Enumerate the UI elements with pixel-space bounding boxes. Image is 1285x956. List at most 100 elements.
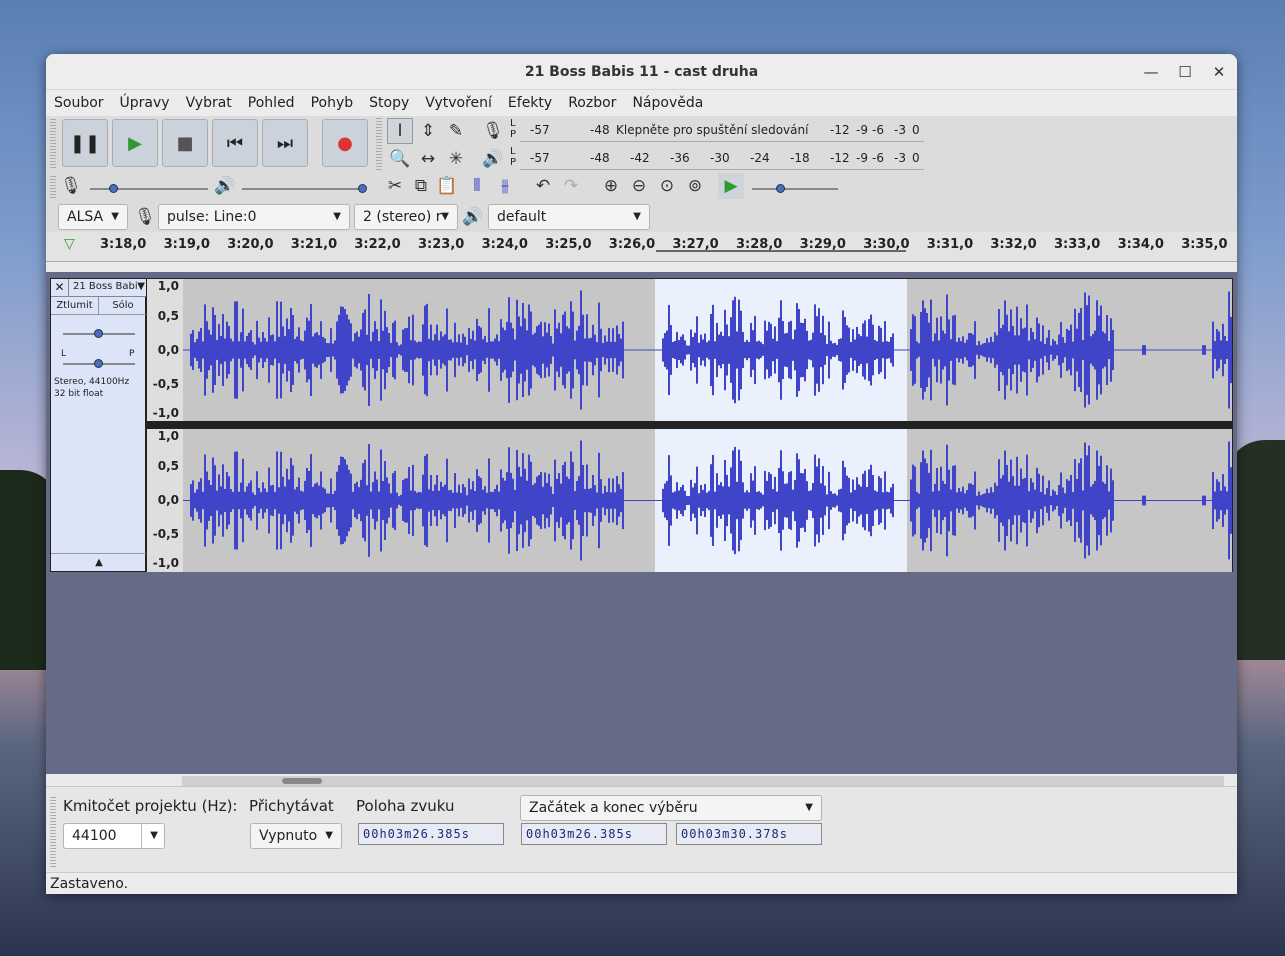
- solo-button[interactable]: Sólo: [99, 297, 147, 315]
- snap-label: Přichytávat: [249, 797, 334, 815]
- track-menu-chevron-icon[interactable]: ▼: [137, 281, 145, 292]
- chevron-down-icon: ▼: [325, 830, 333, 841]
- track-close-icon[interactable]: ✕: [51, 279, 69, 297]
- ruler-tick: 3:26,0: [608, 237, 656, 252]
- ruler-tick: 3:30,0: [863, 237, 910, 252]
- play-speed-slider[interactable]: [752, 188, 838, 190]
- input-volume-knob[interactable]: [109, 184, 118, 193]
- output-volume-knob[interactable]: [358, 184, 367, 193]
- record-meter[interactable]: -57 -48 Klepněte pro spuštění sledování …: [520, 118, 924, 142]
- record-meter-mic-icon[interactable]: 🎙: [480, 118, 506, 144]
- menu-pohyb[interactable]: Pohyb: [311, 95, 354, 111]
- zoom-tool-icon[interactable]: 🔍: [387, 146, 413, 172]
- menu-rozbor[interactable]: Rozbor: [568, 95, 616, 111]
- menu-stopy[interactable]: Stopy: [369, 95, 409, 111]
- fit-selection-icon[interactable]: ⊙: [654, 173, 680, 199]
- maximize-button[interactable]: ☐: [1172, 60, 1198, 84]
- undo-icon[interactable]: ↶: [530, 173, 556, 199]
- silence-icon[interactable]: ⫵: [492, 173, 518, 199]
- output-volume-slider[interactable]: [242, 188, 364, 190]
- channels-select[interactable]: 2 (stereo) r ▼: [354, 204, 458, 230]
- tools-grip[interactable]: [376, 118, 382, 170]
- ruler-tick: 3:27,0: [672, 237, 719, 252]
- ruler-tick: 3:25,0: [545, 237, 592, 252]
- project-rate-label: Kmitočet projektu (Hz):: [63, 797, 238, 815]
- project-rate-combo[interactable]: 44100 ▼: [63, 823, 165, 849]
- playback-meter[interactable]: -57 -48 -42 -36 -30 -24 -18 -12 -9 -6 -3…: [520, 146, 924, 170]
- left-channel-scale: 1,0 0,5 0,0 -0,5 -1,0: [147, 279, 183, 421]
- mute-button[interactable]: Ztlumit: [51, 297, 99, 315]
- record-button[interactable]: ●: [322, 119, 368, 167]
- timeline-ruler[interactable]: ▽ 3:18,0 3:19,0 3:20,0 3:21,0 3:22,0 3:23,0 3:…: [46, 232, 1237, 262]
- selection-grip[interactable]: [50, 797, 56, 867]
- snap-select[interactable]: Vypnuto ▼: [250, 823, 342, 849]
- audio-position-time[interactable]: 00h03m26.385s: [358, 823, 504, 845]
- skip-end-button[interactable]: ⏭: [262, 119, 308, 167]
- draw-tool-icon[interactable]: ✎: [443, 118, 469, 144]
- right-channel-waveform[interactable]: [183, 429, 1232, 572]
- play-at-speed-icon[interactable]: ▶: [718, 173, 744, 199]
- host-select[interactable]: ALSA ▼: [58, 204, 128, 230]
- paste-icon[interactable]: 📋: [434, 173, 460, 199]
- redo-icon[interactable]: ↷: [558, 173, 584, 199]
- horizontal-scrollbar[interactable]: [182, 776, 1224, 786]
- ruler-tick: 3:33,0: [1054, 237, 1101, 252]
- track-info-bits: 32 bit float: [54, 389, 104, 399]
- play-head-icon[interactable]: ▽: [64, 236, 75, 252]
- menu-pohled[interactable]: Pohled: [248, 95, 295, 111]
- input-device-mic-icon: 🎙: [134, 207, 156, 227]
- stop-button[interactable]: ■: [162, 119, 208, 167]
- ruler-tick: 3:22,0: [354, 237, 401, 252]
- playback-meter-speaker-icon[interactable]: 🔊: [480, 146, 506, 172]
- cut-icon[interactable]: ✂: [382, 173, 408, 199]
- selection-mode-select[interactable]: Začátek a konec výběru ▼: [520, 795, 822, 821]
- play-speed-knob[interactable]: [776, 184, 785, 193]
- zoom-out-icon[interactable]: ⊖: [626, 173, 652, 199]
- ruler-tick: 3:19,0: [163, 237, 210, 252]
- ruler-tick: 3:20,0: [227, 237, 274, 252]
- menu-soubor[interactable]: Soubor: [54, 95, 104, 111]
- pause-button[interactable]: ❚❚: [62, 119, 108, 167]
- pan-right-label: P: [129, 349, 135, 359]
- collapse-track-icon[interactable]: ▲: [51, 553, 147, 571]
- track-info-format: Stereo, 44100Hz: [54, 377, 130, 387]
- waveform-right-svg: [183, 440, 1232, 561]
- timeshift-tool-icon[interactable]: ↔: [415, 146, 441, 172]
- toolbar-area: ❚❚ ▶ ■ ⏮ ⏭ ● I ⇕ ✎ 🔍 ↔ ✳ 🎙 LP -57 -48 Kl…: [46, 116, 1237, 232]
- menu-napoveda[interactable]: Nápověda: [632, 95, 703, 111]
- playback-meter-lp: LP: [510, 146, 517, 168]
- selection-start-time[interactable]: 00h03m26.385s: [521, 823, 667, 845]
- fit-project-icon[interactable]: ⊚: [682, 173, 708, 199]
- pan-left-label: L: [61, 349, 67, 359]
- play-button[interactable]: ▶: [112, 119, 158, 167]
- chevron-down-icon: ▼: [441, 211, 449, 222]
- envelope-tool-icon[interactable]: ⇕: [415, 118, 441, 144]
- skip-start-button[interactable]: ⏮: [212, 119, 258, 167]
- menu-upravy[interactable]: Úpravy: [120, 95, 170, 111]
- menu-vytvoreni[interactable]: Vytvoření: [425, 95, 492, 111]
- minimize-button[interactable]: —: [1138, 60, 1164, 84]
- menu-efekty[interactable]: Efekty: [508, 95, 552, 111]
- menu-vybrat[interactable]: Vybrat: [186, 95, 232, 111]
- input-device-select[interactable]: pulse: Line:0 ▼: [158, 204, 350, 230]
- trim-icon[interactable]: ⫴: [464, 173, 490, 199]
- title-bar: 21 Boss Babis 11 - cast druha — ☐ ✕: [46, 54, 1237, 90]
- multi-tool-icon[interactable]: ✳: [443, 146, 469, 172]
- copy-icon[interactable]: ⧉: [408, 173, 434, 199]
- pan-knob[interactable]: [94, 359, 103, 368]
- ruler-tick: 3:28,0: [736, 237, 783, 252]
- gain-knob[interactable]: [94, 329, 103, 338]
- mixer-grip[interactable]: [50, 174, 56, 198]
- chevron-down-icon: ▼: [111, 211, 119, 222]
- left-channel-waveform[interactable]: [183, 279, 1232, 421]
- toolbar-grip[interactable]: [50, 118, 56, 168]
- track-name[interactable]: 21 Boss Babi: [73, 281, 138, 292]
- audio-track[interactable]: 1,0 0,5 0,0 -0,5 -1,0 1,0 0,5 0,0 -0,5 -1,0: [146, 278, 1233, 572]
- selection-tool-icon[interactable]: I: [387, 118, 413, 144]
- close-button[interactable]: ✕: [1206, 60, 1232, 84]
- scrollbar-thumb[interactable]: [282, 778, 322, 784]
- zoom-in-icon[interactable]: ⊕: [598, 173, 624, 199]
- input-volume-slider[interactable]: [90, 188, 208, 190]
- output-device-select[interactable]: default ▼: [488, 204, 650, 230]
- selection-end-time[interactable]: 00h03m30.378s: [676, 823, 822, 845]
